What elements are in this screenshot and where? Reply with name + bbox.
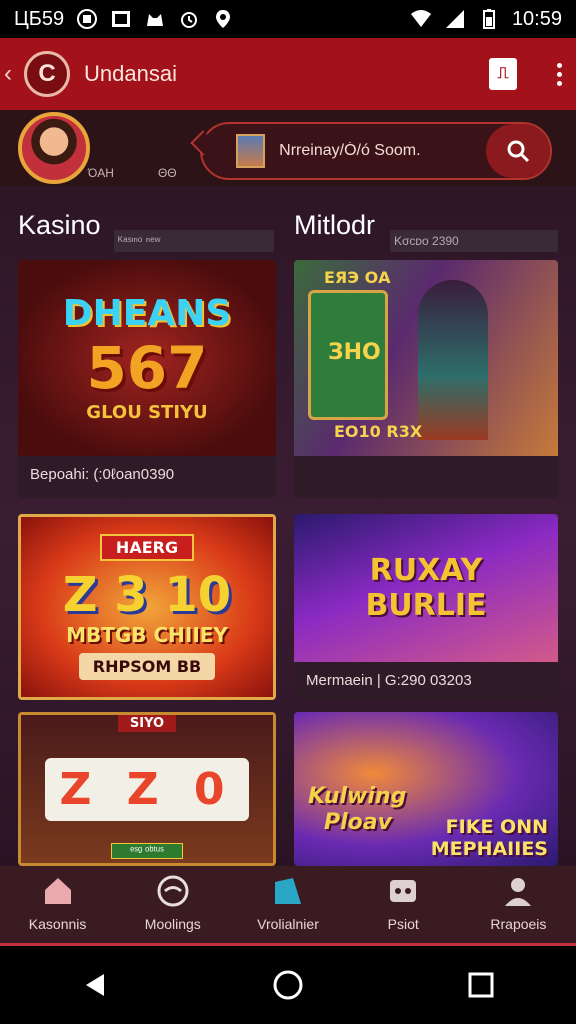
card-line3: GLOU STIYU (86, 402, 208, 423)
card-line1: DHEANS (62, 293, 232, 334)
nav-item-moolings[interactable]: Moolings (115, 866, 230, 943)
card-line2: Ploav (324, 810, 392, 835)
game-thumbnail: HAERG Z 3 10 MBTGB CHIIEY RHPSOM BB (18, 514, 276, 700)
nav-item-kasonnis[interactable]: Kasonnis (0, 866, 115, 943)
nav-label: Rrapoeis (490, 916, 547, 932)
nav-label: Vrolialnier (257, 916, 319, 932)
recents-nav-icon[interactable] (466, 970, 496, 1000)
app-logo-letter: C (38, 60, 56, 87)
search-thumbnail (236, 134, 266, 168)
card-line1: RUXAY (369, 553, 483, 588)
back-icon[interactable]: ‹ (4, 60, 18, 88)
game-thumbnail: DHEANS 567 GLOU STIYU (18, 260, 276, 456)
game-card[interactable]: SIYO Z Z 0 ᵉˢᵍ ᵒᵇᵗᵘˢ (18, 712, 276, 866)
battery-icon (482, 9, 495, 29)
card-caption: Mermaein | G:290 03203 (306, 672, 472, 689)
app-bar: ‹ C Undansai ⎍ (0, 38, 576, 110)
home-icon (44, 878, 71, 904)
section-title-left: Kasino (18, 210, 101, 240)
card-line2: ЗНО (328, 340, 381, 365)
nav-label: Psiot (387, 916, 419, 932)
card-line1: Kulwing (308, 784, 407, 809)
wifi-icon (410, 10, 431, 27)
section-sub-right: Kσcᴅo 2390 (390, 230, 558, 252)
tag-icon (275, 878, 301, 904)
profile-row: ΌΑΗ ΘΘ (0, 110, 576, 186)
status-left-text: ЦБ59 (14, 7, 65, 30)
signal-icon (445, 10, 464, 28)
nav-item-rrapoeis[interactable]: Rrapoeis (461, 866, 576, 943)
game-card[interactable]: Kulwing Ploav FIKE ONN MEPHAIIES (294, 712, 558, 866)
app-title: Undansai (84, 61, 177, 86)
user-icon (505, 878, 532, 906)
nav-label: Moolings (144, 916, 201, 932)
content-area: Kasino ᴷᵃˢᶦⁿᵒ ⁿᵉʷ Mitlodr Kσcᴅo 2390 DHE… (0, 186, 576, 866)
game-card[interactable]: ЕЯЭ ОА ЗНО ЕО10 R3X (294, 260, 558, 498)
nav-item-psiot[interactable]: Psiot (346, 866, 461, 943)
profile-meta: ΌΑΗ ΘΘ (88, 166, 177, 180)
profile-meta-left: ΌΑΗ (88, 166, 114, 180)
card-line3: ЕО10 R3X (334, 422, 423, 441)
nav-item-vrolialnier[interactable]: Vrolialnier (230, 866, 345, 943)
card-line1: ЕЯЭ ОА (324, 268, 391, 287)
character (418, 280, 488, 440)
search-input[interactable] (279, 142, 487, 160)
search-button[interactable] (486, 124, 550, 178)
card-line2: Z Z 0 (45, 757, 249, 821)
section-sub-left: ᴷᵃˢᶦⁿᵒ ⁿᵉʷ (114, 230, 274, 252)
card-line4: RHPSOM BB (78, 653, 216, 680)
section-title-right: Mitlodr (294, 210, 376, 240)
status-bar: ЦБ59 10:59 (0, 0, 576, 38)
gallery-icon (112, 11, 131, 27)
message-icon (77, 9, 98, 29)
avatar[interactable] (18, 112, 90, 184)
app-logo[interactable]: C (24, 51, 70, 97)
location-icon (216, 10, 231, 28)
game-card[interactable]: HAERG Z 3 10 MBTGB CHIIEY RHPSOM BB (18, 514, 276, 700)
more-vert-icon[interactable] (557, 62, 562, 86)
card-line3: MBTGB CHIIEY (66, 623, 228, 647)
card-line3: ᵉˢᵍ ᵒᵇᵗᵘˢ (111, 843, 183, 859)
system-nav (0, 946, 576, 1024)
home-nav-icon[interactable] (271, 968, 305, 1002)
card-line4: MEPHAIIES (430, 838, 548, 860)
card-line2: 567 (86, 334, 208, 402)
bottom-nav: Kasonnis Moolings Vrolialnier Psiot Rrap… (0, 866, 576, 946)
book-icon[interactable]: ⎍ (489, 58, 517, 90)
game-thumbnail: ЕЯЭ ОА ЗНО ЕО10 R3X (294, 260, 558, 456)
search-bar[interactable] (200, 122, 552, 180)
chat-icon (157, 875, 189, 907)
ticket-icon (390, 880, 417, 902)
card-caption: Bepoahi: (:0ℓoan0390 (30, 466, 175, 483)
game-thumbnail: SIYO Z Z 0 ᵉˢᵍ ᵒᵇᵗᵘˢ (18, 712, 276, 866)
game-card[interactable]: DHEANS 567 GLOU STIYU Bepoahi: (:0ℓoan03… (18, 260, 276, 498)
alarm-icon (181, 12, 198, 28)
card-line2: BURLIE (365, 588, 487, 623)
profile-meta-right: ΘΘ (157, 166, 177, 180)
status-time: 10:59 (511, 7, 562, 30)
game-thumbnail: RUXAY BURLIE (294, 514, 558, 662)
cat-icon (147, 14, 164, 26)
card-line1: HAERG (99, 534, 195, 561)
card-line2: Z 3 10 (62, 567, 232, 623)
card-line3: FIKE ONN (445, 816, 548, 838)
game-thumbnail: Kulwing Ploav FIKE ONN MEPHAIIES (294, 712, 558, 866)
nav-label: Kasonnis (28, 916, 87, 932)
card-line1: SIYO (117, 715, 177, 732)
back-nav-icon[interactable] (80, 970, 110, 1000)
search-icon (507, 140, 530, 163)
game-card[interactable]: RUXAY BURLIE Mermaein | G:290 03203 (294, 514, 558, 700)
